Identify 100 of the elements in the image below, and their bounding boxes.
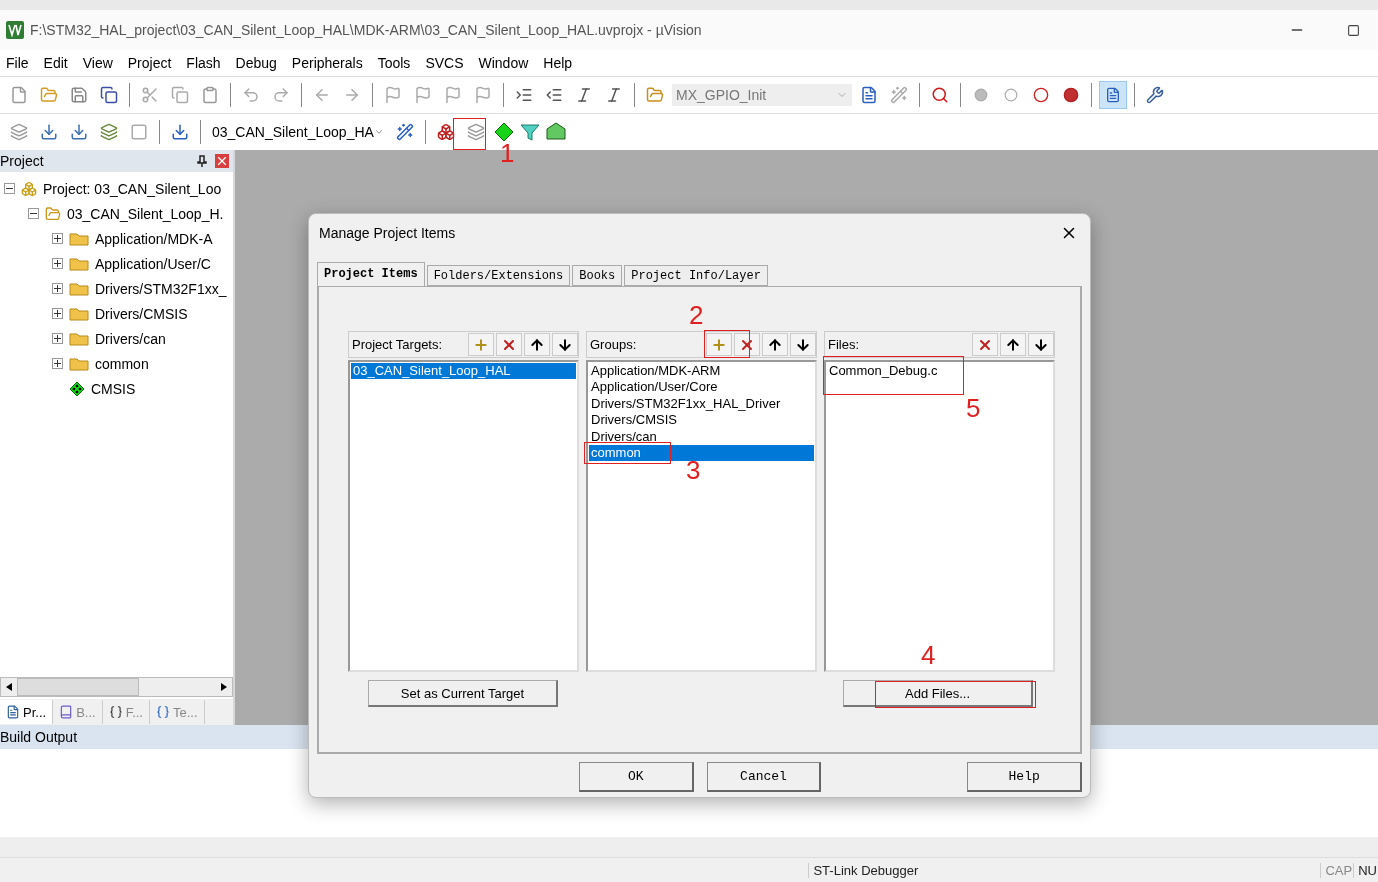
scroll-left-icon[interactable] bbox=[6, 683, 12, 691]
load-icon[interactable] bbox=[171, 123, 189, 141]
tree-item[interactable]: Project: 03_CAN_Silent_Loo bbox=[43, 180, 222, 197]
list-item[interactable]: common bbox=[589, 445, 814, 462]
menu-item[interactable]: SVCS bbox=[419, 55, 473, 71]
boxes-icon[interactable] bbox=[437, 123, 455, 141]
move-down-button[interactable] bbox=[790, 333, 816, 356]
find-in-files-icon[interactable] bbox=[646, 86, 664, 104]
tab[interactable]: Project Info/Layer bbox=[624, 265, 768, 286]
tree-item[interactable]: Application/User/C bbox=[95, 255, 211, 272]
expand-toggle[interactable] bbox=[52, 358, 63, 369]
list-item[interactable]: Drivers/STM32F1xx_HAL_Driver bbox=[589, 395, 814, 413]
wand-icon[interactable] bbox=[396, 123, 414, 141]
tree-item[interactable]: Drivers/CMSIS bbox=[95, 305, 188, 322]
kill-breakpoints-icon[interactable] bbox=[1063, 87, 1079, 103]
tab[interactable]: Folders/Extensions bbox=[426, 265, 571, 286]
menu-item[interactable]: Project bbox=[121, 55, 181, 71]
move-up-button[interactable] bbox=[524, 333, 550, 356]
scrollbar[interactable] bbox=[0, 837, 1378, 857]
expand-toggle[interactable] bbox=[52, 258, 63, 269]
list-item[interactable]: Application/User/Core bbox=[589, 379, 814, 396]
unindent-icon[interactable] bbox=[545, 86, 563, 104]
menu-item[interactable]: Tools bbox=[371, 55, 420, 71]
menu-item[interactable]: Peripherals bbox=[285, 55, 372, 71]
disable-breakpoints-icon[interactable] bbox=[1033, 87, 1049, 103]
move-up-button[interactable] bbox=[762, 333, 788, 356]
annotation-number: 4 bbox=[921, 642, 936, 668]
maximize-icon[interactable] bbox=[1346, 23, 1360, 37]
move-down-button[interactable] bbox=[1028, 333, 1054, 356]
list-item[interactable]: Application/MDK-ARM bbox=[589, 363, 814, 380]
delete-button[interactable] bbox=[972, 333, 998, 356]
set-current-target-button[interactable]: Set as Current Target bbox=[368, 680, 558, 707]
project-icon bbox=[21, 180, 37, 197]
menu-item[interactable]: Debug bbox=[229, 55, 286, 71]
component-icon[interactable] bbox=[493, 121, 515, 143]
collapse-toggle[interactable] bbox=[4, 183, 15, 194]
menu-item[interactable]: Help bbox=[537, 55, 582, 71]
new-item-icon bbox=[473, 336, 489, 353]
tree-item[interactable]: Application/MDK-A bbox=[95, 230, 213, 247]
menu-item[interactable]: Window bbox=[472, 55, 538, 71]
settings-icon[interactable] bbox=[1146, 86, 1164, 104]
expand-toggle[interactable] bbox=[52, 333, 63, 344]
expand-toggle[interactable] bbox=[52, 233, 63, 244]
list-item[interactable]: Common_Debug.c bbox=[827, 363, 1052, 380]
list-item[interactable]: 03_CAN_Silent_Loop_HAL bbox=[351, 363, 576, 380]
list-item[interactable]: Drivers/CMSIS bbox=[589, 412, 814, 429]
menu-item[interactable]: Edit bbox=[37, 55, 77, 71]
list-label: Groups: bbox=[590, 337, 638, 352]
document-icon[interactable] bbox=[860, 86, 878, 104]
move-down-button[interactable] bbox=[552, 333, 578, 356]
indent-icon[interactable] bbox=[515, 86, 533, 104]
braces-icon bbox=[156, 705, 170, 719]
folder-icon bbox=[69, 331, 89, 346]
annotation-number: 2 bbox=[689, 302, 704, 328]
move-up-button[interactable] bbox=[1000, 333, 1026, 356]
tree-item[interactable]: common bbox=[95, 355, 149, 372]
tab[interactable]: Project Items bbox=[317, 262, 425, 286]
tree-item[interactable]: 03_CAN_Silent_Loop_H. bbox=[67, 205, 224, 222]
folder-icon bbox=[69, 256, 89, 271]
delete-button[interactable] bbox=[734, 333, 760, 356]
stack-icon[interactable] bbox=[467, 123, 485, 141]
expand-toggle[interactable] bbox=[52, 308, 63, 319]
panel-title: Project bbox=[0, 153, 44, 169]
tree-item[interactable]: Drivers/can bbox=[95, 330, 166, 347]
delete-button[interactable] bbox=[496, 333, 522, 356]
new-item-button[interactable] bbox=[706, 333, 732, 356]
debug-search-icon[interactable] bbox=[931, 86, 949, 104]
window-title: F:\STM32_HAL_project\03_CAN_Silent_Loop_HAL\MDK-ARM\03_CAN_Silent_Loop_HAL.uvprojx - µVision bbox=[30, 22, 703, 38]
pin-icon[interactable] bbox=[197, 155, 207, 167]
new-item-button[interactable] bbox=[468, 333, 494, 356]
tree-item[interactable]: Drivers/STM32F1xx_ bbox=[95, 280, 227, 297]
paste-icon[interactable] bbox=[201, 86, 219, 104]
status-text: CAP bbox=[1320, 862, 1354, 878]
scrollbar[interactable] bbox=[0, 677, 233, 697]
filter-icon[interactable] bbox=[519, 121, 541, 143]
scroll-right-icon[interactable] bbox=[221, 683, 227, 691]
dialog-button[interactable]: OK bbox=[579, 762, 694, 792]
dialog-button[interactable]: Help bbox=[967, 762, 1082, 792]
save-icon[interactable] bbox=[70, 86, 88, 104]
status-text: ST-Link Debugger bbox=[808, 862, 1030, 878]
menu-item[interactable]: Flash bbox=[180, 55, 230, 71]
list-item[interactable]: Drivers/can bbox=[589, 428, 814, 446]
tab[interactable]: Books bbox=[572, 265, 623, 286]
menu-item[interactable]: File bbox=[0, 55, 38, 71]
collapse-toggle[interactable] bbox=[28, 208, 39, 219]
function-combo[interactable]: MX_GPIO_Init bbox=[672, 84, 852, 106]
app-logo-icon bbox=[6, 21, 24, 39]
rebuild-icon[interactable] bbox=[70, 123, 88, 141]
braces-icon bbox=[108, 705, 123, 719]
panel-tab[interactable]: Pr... bbox=[0, 700, 54, 724]
folder-icon bbox=[69, 281, 89, 296]
window-layout-button[interactable] bbox=[1099, 81, 1127, 109]
plus-icon bbox=[54, 235, 61, 242]
new-file-icon[interactable] bbox=[10, 86, 28, 104]
tree-item[interactable]: CMSIS bbox=[91, 380, 136, 397]
expand-toggle[interactable] bbox=[52, 283, 63, 294]
build-icon[interactable] bbox=[40, 123, 58, 141]
component-icon bbox=[69, 380, 85, 397]
menu-item[interactable]: View bbox=[76, 55, 122, 71]
dialog-button[interactable]: Cancel bbox=[706, 762, 822, 792]
